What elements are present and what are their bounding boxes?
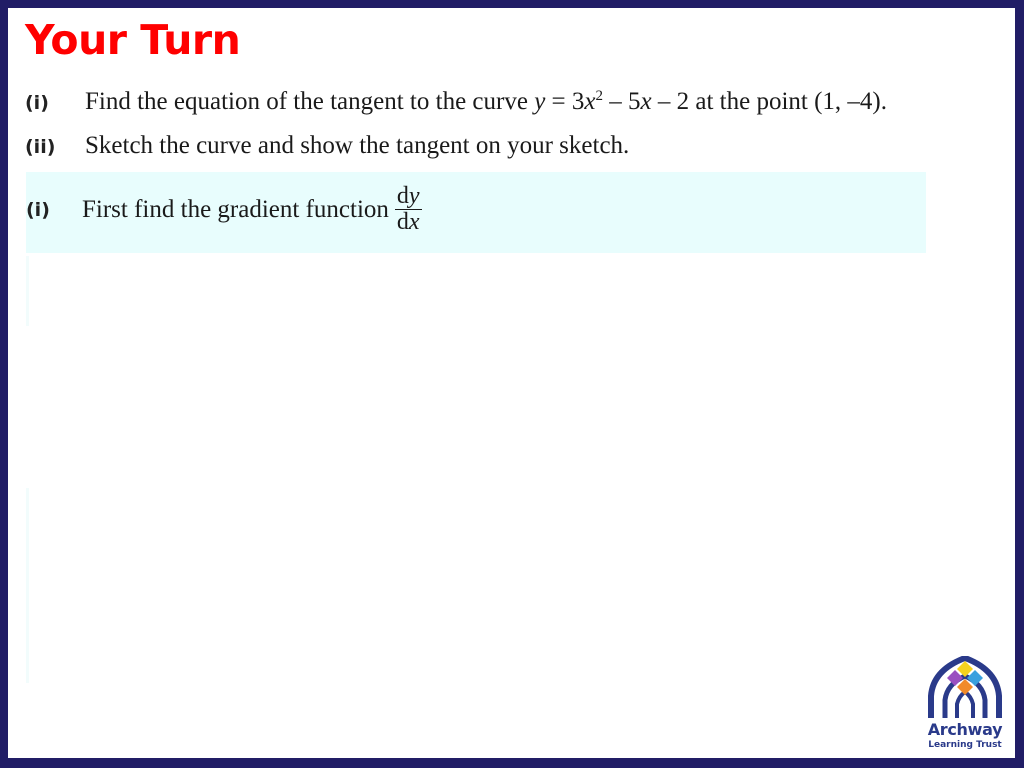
answer-step-i: (i) First find the gradient function dy … xyxy=(26,183,422,235)
logo-subtitle: Learning Trust xyxy=(928,740,1002,750)
logo-name: Archway xyxy=(927,720,1003,739)
dy-dx-fraction: dy dx xyxy=(394,183,422,235)
answer-text: First find the gradient function xyxy=(82,195,389,223)
archway-logo: Archway Learning Trust xyxy=(921,654,1009,756)
hidden-answer-area xyxy=(26,256,29,326)
question-ii: (ii) Sketch the curve and show the tangen… xyxy=(25,132,629,160)
eq-x: x xyxy=(640,88,652,115)
question-i: (i) Find the equation of the tangent to t… xyxy=(25,88,887,116)
eq-exponent: 2 xyxy=(595,88,604,104)
answer-label: (i) xyxy=(26,198,50,221)
d-symbol: d xyxy=(396,183,409,209)
answer-box: (i) First find the gradient function dy … xyxy=(26,172,926,253)
slide-title: Your Turn xyxy=(25,16,241,64)
eq-x: x xyxy=(584,88,596,115)
question-label: (ii) xyxy=(25,136,56,158)
var-x: x xyxy=(408,209,420,236)
question-text-end: at the point (1, –4). xyxy=(689,88,888,115)
eq-part: – 5 xyxy=(603,88,641,115)
question-text: Find the equation of the tangent to the … xyxy=(85,88,535,115)
var-y: y xyxy=(408,183,420,209)
question-label: (i) xyxy=(25,92,49,114)
slide: Your Turn (i) Find the equation of the ta… xyxy=(8,8,1015,758)
fraction-denominator: dx xyxy=(397,210,420,235)
question-text: Sketch the curve and show the tangent on… xyxy=(85,132,630,159)
hidden-answer-area xyxy=(26,488,29,683)
fraction-numerator: dy xyxy=(394,183,422,211)
eq-part: – 2 xyxy=(651,88,690,115)
eq-part: = 3 xyxy=(545,88,585,115)
d-symbol: d xyxy=(396,209,409,236)
eq-y: y xyxy=(534,88,546,115)
archway-arch-icon xyxy=(928,654,1002,718)
